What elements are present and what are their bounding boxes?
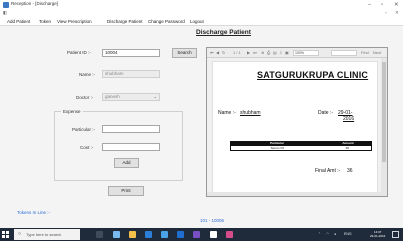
edge-icon[interactable] <box>145 231 152 238</box>
mail-icon[interactable] <box>161 231 168 238</box>
final-amount-value: 36 <box>347 168 353 174</box>
menu-logout[interactable]: Logout <box>190 19 204 24</box>
menu-view-prescription[interactable]: View Prescription <box>57 19 92 24</box>
patient-id-input[interactable]: 10004 <box>102 49 160 57</box>
table-row: Serum C5 36 <box>230 146 372 151</box>
child-restore-icon[interactable]: ▫ <box>385 10 387 15</box>
token-queue-text: 101 - 10006 <box>200 218 225 223</box>
doctor-select-value: ganesh <box>105 94 120 99</box>
next-link[interactable]: Next <box>373 50 381 55</box>
visual-studio-icon[interactable] <box>193 231 200 238</box>
page-title: Discharge Patient <box>196 29 251 36</box>
first-page-icon[interactable]: ⏮ <box>210 50 214 55</box>
next-page-icon[interactable]: ▶ <box>247 50 250 55</box>
volume-icon[interactable]: ◂ <box>334 232 336 236</box>
expense-group-title: Expense <box>61 109 83 114</box>
tokens-in-line-link[interactable]: Tokens In Line :- <box>17 210 50 215</box>
viewer-toolbar: ⏮ ◀ ↻ 1 / 1 ▶ ⏭ ⊗ ⎙ ▤ ⇩ ▣ 100% Find Next <box>207 48 387 58</box>
scroll-thumb[interactable] <box>382 62 386 162</box>
invoice-name-label: Name :- <box>218 110 236 116</box>
doctor-label: Doctor :- <box>76 95 94 100</box>
find-link[interactable]: Find <box>361 50 369 55</box>
close-button[interactable]: ✕ <box>394 1 399 9</box>
name-label: Name :- <box>79 72 96 77</box>
print-icon[interactable]: ⎙ <box>267 50 270 55</box>
app-window-icon[interactable] <box>210 231 217 238</box>
viewer-horizontal-scrollbar[interactable] <box>207 192 381 196</box>
notification-icon[interactable] <box>392 231 399 238</box>
row-particular: Serum C5 <box>270 146 285 150</box>
menu-bar: Add Patient Token View Prescription Disc… <box>0 17 403 26</box>
particular-label: Particular :- <box>72 127 96 132</box>
app-icon <box>3 2 9 8</box>
clock-date: 29-01-2016 <box>370 234 386 238</box>
tray-chevron-icon[interactable]: ⌃ <box>318 232 321 236</box>
app-window: Reception - [Discharge] – ▫ ✕ ◧ ▫ ✕ Add … <box>0 0 403 228</box>
taskbar-search[interactable]: ○ Type here to search <box>14 229 80 240</box>
page-setup-icon[interactable]: ▣ <box>285 50 289 55</box>
add-button[interactable]: Add <box>114 158 139 168</box>
zoom-select[interactable]: 100% <box>293 50 319 56</box>
page-indicator: 1 / 1 <box>233 50 241 55</box>
menu-discharge-patient[interactable]: Discharge Patient <box>107 19 143 24</box>
taskbar: ○ Type here to search ⌃ ◠ ◂ ENG 14:07 29… <box>0 228 403 241</box>
report-page: SATGURUKRUPA CLINIC Name :- shubham Date… <box>212 61 378 193</box>
outlook-icon[interactable] <box>177 231 184 238</box>
taskbar-search-placeholder: Type here to search <box>26 232 62 237</box>
task-view-icon[interactable] <box>96 231 103 238</box>
row-amount: 36 <box>345 146 349 150</box>
child-window-icon: ◧ <box>3 10 8 15</box>
report-viewer: ⏮ ◀ ↻ 1 / 1 ▶ ⏭ ⊗ ⎙ ▤ ⇩ ▣ 100% Find Next… <box>206 47 388 197</box>
file-explorer-icon[interactable] <box>129 231 136 238</box>
export-icon[interactable]: ⇩ <box>279 50 282 55</box>
child-close-icon[interactable]: ✕ <box>395 10 399 16</box>
clock[interactable]: 14:07 29-01-2016 <box>370 230 385 238</box>
window-title: Reception - [Discharge] <box>11 1 59 6</box>
invoice-date-year: 2016 <box>343 116 355 122</box>
chevron-down-icon: ⌄ <box>153 94 157 99</box>
refresh-icon[interactable]: ↻ <box>222 50 225 55</box>
search-icon: ○ <box>18 231 22 237</box>
windows-start-icon[interactable] <box>2 231 9 238</box>
viewer-vertical-scrollbar[interactable] <box>381 58 387 196</box>
prev-page-icon[interactable]: ◀ <box>216 50 219 55</box>
particular-input[interactable] <box>102 125 160 133</box>
invoice-name-value: shubham <box>240 110 261 116</box>
doctor-select[interactable]: ganesh ⌄ <box>102 93 160 101</box>
layout-icon[interactable]: ▤ <box>273 50 277 55</box>
cost-input[interactable] <box>102 143 160 151</box>
clinic-name: SATGURUKRUPA CLINIC <box>257 70 369 80</box>
invoice-table: Particular Amount Serum C5 36 <box>230 141 372 151</box>
title-bar: Reception - [Discharge] – ▫ ✕ <box>0 0 403 10</box>
minimize-button[interactable]: – <box>368 1 371 9</box>
menu-change-password[interactable]: Change Password <box>148 19 185 24</box>
patient-id-label: Patient ID :- <box>67 50 91 55</box>
name-field: shubham <box>102 70 160 78</box>
cost-label: Cost :- <box>80 145 94 150</box>
mdi-bar: ◧ ▫ ✕ <box>0 10 403 17</box>
zoom-value: 100% <box>295 51 304 55</box>
language-indicator[interactable]: ENG <box>344 232 352 236</box>
print-button[interactable]: Print <box>108 186 144 196</box>
stop-icon[interactable]: ⊗ <box>261 50 264 55</box>
menu-token[interactable]: Token <box>39 19 51 24</box>
menu-add-patient[interactable]: Add Patient <box>7 19 30 24</box>
find-input[interactable] <box>331 50 357 56</box>
wifi-icon[interactable]: ◠ <box>326 232 329 236</box>
search-button[interactable]: Search <box>172 48 197 58</box>
store-icon[interactable] <box>113 231 120 238</box>
maximize-button[interactable]: ▫ <box>381 1 383 9</box>
final-amount-label: Final Amt :- <box>315 168 341 174</box>
last-page-icon[interactable]: ⏭ <box>253 50 257 55</box>
app-icon-pink[interactable] <box>226 231 233 238</box>
invoice-date-label: Date :- <box>318 110 334 116</box>
